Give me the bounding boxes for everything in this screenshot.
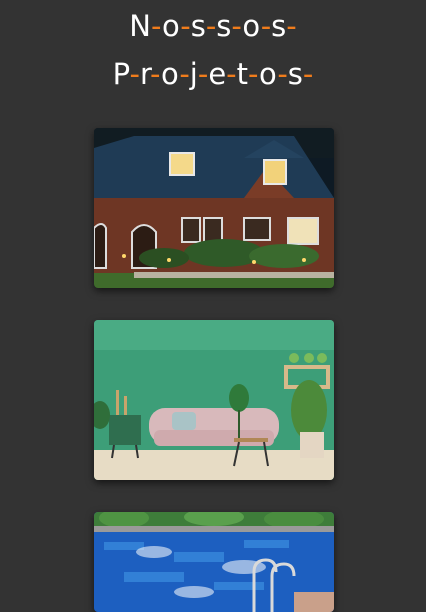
project-card-house[interactable] (94, 128, 334, 288)
title-letter: s (287, 57, 303, 91)
title-letter: r (139, 57, 151, 91)
title-letter: s (216, 9, 232, 43)
page-title-line-2: P-r-o-j-e-t-o-s- (0, 60, 426, 89)
title-letter: o (259, 57, 278, 91)
title-letter: P (112, 57, 130, 91)
title-letter: t (236, 57, 249, 91)
title-dash-decoration: - (179, 57, 190, 91)
title-dash-decoration: - (129, 57, 140, 91)
page-title-line-1: N-o-s-s-o-s- (0, 12, 426, 41)
title-dash-decoration: - (248, 57, 260, 91)
house-image (94, 128, 334, 288)
project-card-living-room[interactable] (94, 320, 334, 480)
title-dash-decoration: - (150, 9, 162, 43)
title-dash-decoration: - (197, 57, 209, 91)
title-dash-decoration: - (286, 9, 297, 43)
title-dash-decoration: - (150, 57, 162, 91)
title-dash-decoration: - (277, 57, 288, 91)
title-dash-decoration: - (226, 57, 237, 91)
title-dash-decoration: - (231, 9, 243, 43)
title-letter: N (129, 9, 151, 43)
title-dash-decoration: - (302, 57, 314, 91)
title-letter: o (161, 57, 180, 91)
pool-image (94, 512, 334, 612)
title-letter: s (190, 9, 206, 43)
title-letter: o (161, 9, 181, 43)
title-letter: e (208, 57, 227, 91)
title-letter: s (271, 9, 287, 43)
title-dash-decoration: - (205, 9, 217, 43)
project-card-pool[interactable] (94, 512, 334, 612)
title-letter: j (189, 57, 198, 91)
title-letter: o (242, 9, 261, 43)
living-room-image (94, 320, 334, 480)
title-dash-decoration: - (260, 9, 272, 43)
title-dash-decoration: - (180, 9, 191, 43)
